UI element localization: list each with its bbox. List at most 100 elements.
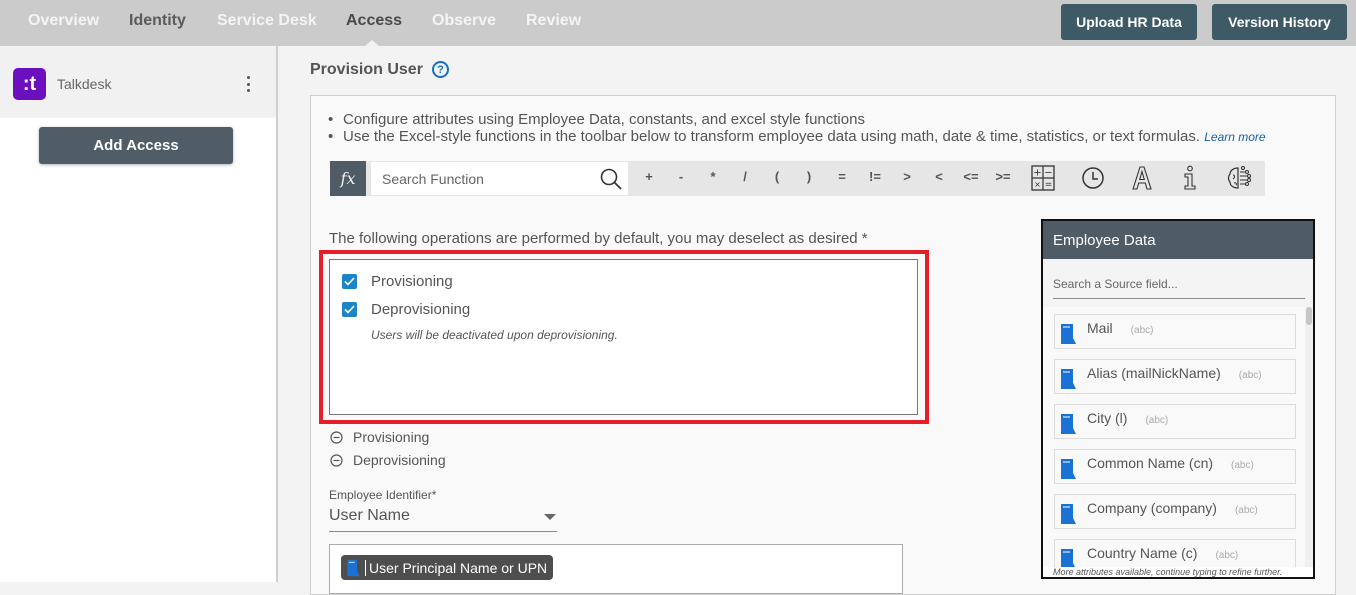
checkmark-icon (344, 305, 355, 314)
data-field-icon (1061, 504, 1076, 524)
field-type: (abc) (1130, 325, 1154, 336)
employee-data-scrollbar[interactable] (1305, 307, 1313, 567)
deprovisioning-checkbox[interactable] (342, 302, 357, 317)
provisioning-checkbox[interactable] (342, 274, 357, 289)
learn-more-link[interactable]: Learn more (1204, 130, 1265, 144)
upn-chip-label: User Principal Name or UPN (369, 559, 548, 576)
employee-data-title: Employee Data (1043, 221, 1313, 259)
provisioning-checkbox-row[interactable]: Provisioning (342, 273, 453, 290)
provisioning-section-label: Provisioning (353, 429, 430, 445)
deprovisioning-note: Users will be deactivated upon deprovisi… (371, 328, 618, 342)
operator-less[interactable]: < (927, 169, 951, 184)
provisioning-checkbox-label: Provisioning (371, 273, 453, 290)
employee-field-item[interactable]: Country Name (c) (abc) (1054, 539, 1296, 567)
field-type: (abc) (1145, 415, 1169, 426)
operator-close-paren[interactable]: ) (797, 169, 821, 184)
employee-identifier-value: User Name (329, 507, 410, 524)
version-history-button[interactable]: Version History (1212, 4, 1347, 40)
employee-identifier-label: Employee Identifier* (329, 488, 437, 502)
deprovisioning-section-toggle[interactable]: Deprovisioning (330, 452, 446, 468)
employee-field-item[interactable]: Common Name (cn) (abc) (1054, 449, 1296, 484)
clock-icon[interactable] (1080, 165, 1106, 191)
tab-observe[interactable]: Observe (432, 12, 496, 30)
employee-field-item[interactable]: City (l) (abc) (1054, 404, 1296, 439)
field-type: (abc) (1238, 370, 1262, 381)
field-name: Mail (1087, 320, 1113, 336)
svg-text:×: × (1034, 180, 1041, 189)
dropdown-caret-icon (544, 514, 556, 520)
tab-access[interactable]: Access (346, 12, 402, 30)
employee-identifier-select[interactable]: User Name (329, 506, 557, 532)
deprovisioning-checkbox-row[interactable]: Deprovisioning (342, 301, 470, 318)
data-field-icon (1061, 324, 1076, 344)
talkdesk-logo: :t (13, 68, 46, 100)
fx-icon: fx (330, 161, 366, 196)
tab-service-desk[interactable]: Service Desk (217, 12, 317, 30)
deprovisioning-checkbox-label: Deprovisioning (371, 301, 471, 318)
employee-field-item[interactable]: Alias (mailNickName) (abc) (1054, 359, 1296, 394)
operator-open-paren[interactable]: ( (765, 169, 789, 184)
svg-text:+: + (1033, 168, 1041, 179)
svg-text:−: − (1044, 168, 1052, 179)
data-field-icon (1061, 549, 1075, 567)
svg-text:=: = (1045, 180, 1053, 190)
search-function-input[interactable] (371, 162, 628, 195)
operator-not-equals[interactable]: != (863, 169, 887, 184)
operator-greater-equal[interactable]: >= (991, 169, 1015, 184)
provisioning-section-toggle[interactable]: Provisioning (330, 429, 429, 445)
operator-multiply[interactable]: * (701, 169, 725, 184)
instruction-item: Configure attributes using Employee Data… (328, 111, 1266, 128)
calculator-icon[interactable]: + − × = (1030, 165, 1056, 191)
data-field-icon (1061, 414, 1076, 434)
employee-field-item[interactable]: Company (company) (abc) (1054, 494, 1296, 529)
data-field-icon (1061, 369, 1076, 389)
field-name: City (l) (1087, 410, 1128, 426)
deprovisioning-section-label: Deprovisioning (353, 452, 446, 468)
operator-greater[interactable]: > (895, 169, 919, 184)
field-type: (abc) (1234, 505, 1258, 516)
help-icon[interactable]: ? (432, 61, 449, 78)
data-field-icon (1061, 459, 1076, 479)
tab-review[interactable]: Review (526, 12, 581, 30)
source-field-search-input[interactable] (1053, 269, 1305, 299)
tab-overview[interactable]: Overview (28, 12, 99, 30)
field-name: Company (company) (1087, 500, 1217, 516)
operations-label: The following operations are performed b… (329, 230, 868, 247)
data-field-icon (347, 559, 360, 576)
employee-field-item[interactable]: Mail (abc) (1054, 314, 1296, 349)
more-attributes-note: More attributes available, continue typi… (1043, 567, 1313, 577)
app-name: Talkdesk (57, 76, 112, 92)
sidebar-app-item-talkdesk[interactable]: :t Talkdesk (0, 46, 276, 118)
scrollbar-thumb[interactable] (1306, 307, 1312, 325)
operator-less-equal[interactable]: <= (959, 169, 983, 184)
ai-brain-icon[interactable] (1226, 165, 1252, 191)
upload-hr-data-button[interactable]: Upload HR Data (1061, 4, 1197, 40)
more-options-icon[interactable] (244, 76, 252, 92)
active-tab-indicator (365, 40, 379, 46)
operator-minus[interactable]: - (669, 169, 693, 184)
top-nav-bar: Overview Identity Service Desk Access Ob… (0, 0, 1356, 46)
add-access-button[interactable]: Add Access (39, 127, 233, 164)
instructions-list: Configure attributes using Employee Data… (328, 111, 1266, 146)
page-title: Provision User (310, 61, 423, 78)
operator-divide[interactable]: / (733, 169, 757, 184)
collapse-icon (330, 430, 343, 444)
employee-data-panel: Employee Data Mail (abc) Alias (mailNickN… (1041, 219, 1315, 579)
field-name: Common Name (cn) (1087, 455, 1214, 471)
text-icon[interactable] (1129, 165, 1155, 191)
upn-attribute-chip[interactable]: User Principal Name or UPN (341, 555, 554, 580)
field-type: (abc) (1231, 460, 1254, 471)
tab-identity[interactable]: Identity (129, 12, 186, 30)
operator-plus[interactable]: + (637, 169, 661, 184)
field-name: Alias (mailNickName) (1087, 365, 1221, 381)
instruction-item: Use the Excel-style functions in the too… (328, 128, 1266, 146)
info-icon[interactable] (1177, 165, 1203, 191)
function-toolbar: fx + - * / ( ) = != > < <= >= + − × = (330, 161, 1265, 196)
operator-equals[interactable]: = (830, 169, 854, 184)
sidebar: :t Talkdesk Add Access (0, 46, 278, 582)
search-icon[interactable] (599, 167, 623, 191)
collapse-icon (330, 453, 343, 467)
checkmark-icon (344, 277, 355, 286)
employee-data-list: Mail (abc) Alias (mailNickName) (abc) City… (1043, 307, 1305, 567)
field-type: (abc) (1215, 550, 1239, 561)
